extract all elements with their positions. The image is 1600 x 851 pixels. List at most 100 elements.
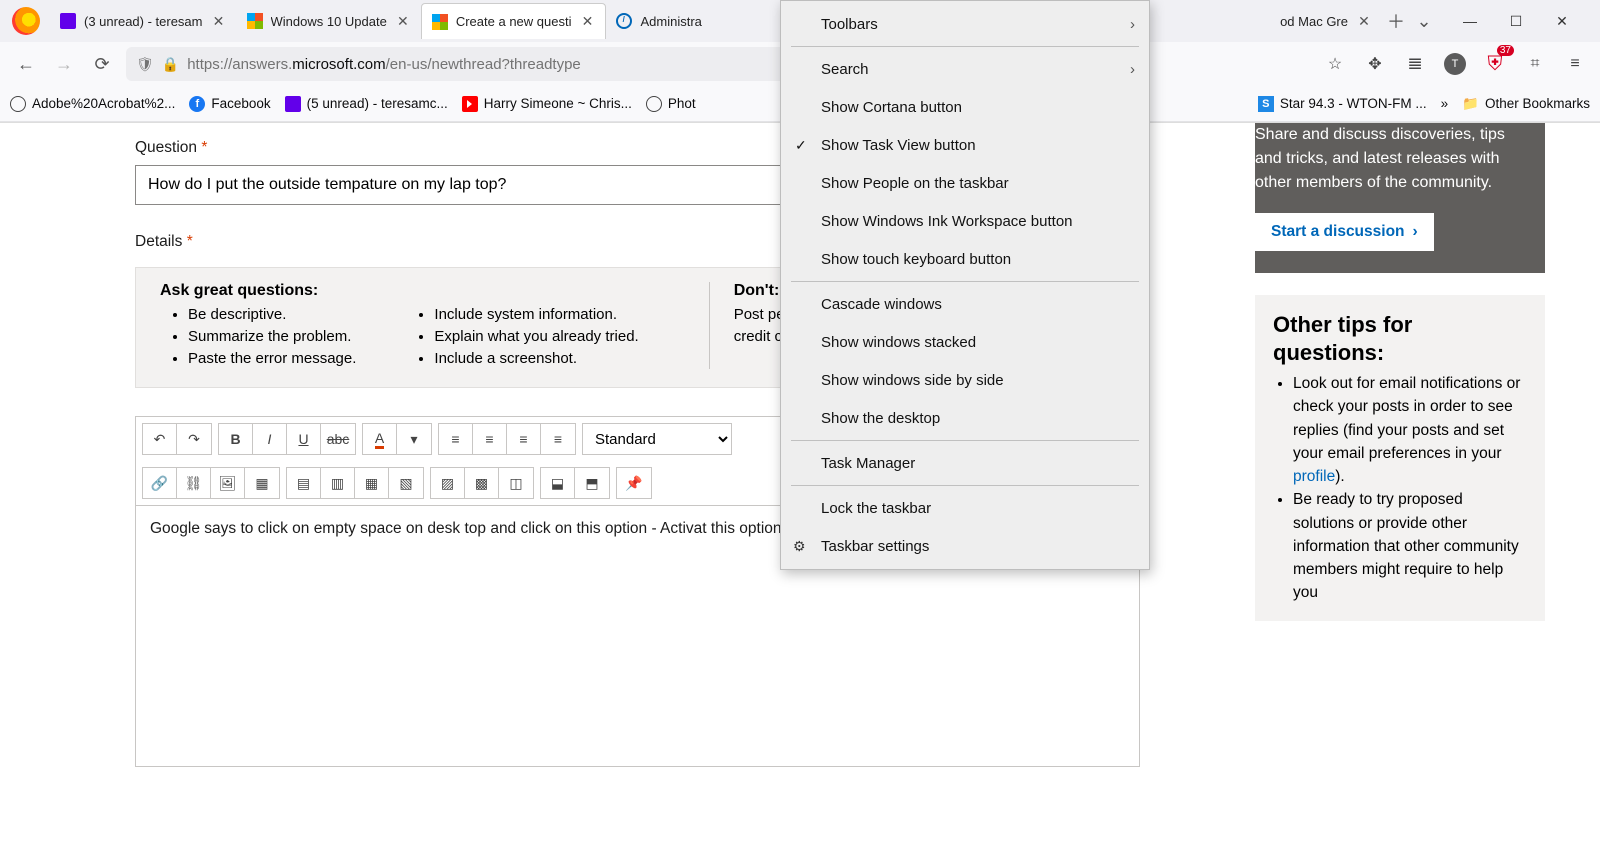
text-color-button[interactable]: A: [363, 424, 397, 454]
ctx-desktop[interactable]: Show the desktop: [781, 399, 1149, 437]
close-window-button[interactable]: ✕: [1548, 13, 1576, 30]
shield-icon: 🛡: [136, 56, 154, 73]
close-icon[interactable]: ✕: [1356, 13, 1372, 29]
redo-button[interactable]: ↷: [177, 424, 211, 454]
other-bookmarks-folder[interactable]: 📁 Other Bookmarks: [1462, 96, 1590, 112]
align-left-button[interactable]: ≡: [439, 424, 473, 454]
bookmark-star943[interactable]: SStar 94.3 - WTON-FM ...: [1258, 96, 1427, 112]
bookmark-adobe[interactable]: Adobe%20Acrobat%2...: [10, 96, 175, 112]
app-menu-icon[interactable]: ≡: [1562, 51, 1588, 77]
tabs-dropdown-icon[interactable]: ⌄: [1410, 7, 1438, 35]
account-avatar[interactable]: T: [1442, 51, 1468, 77]
paragraph-style-select[interactable]: Standard: [582, 423, 732, 455]
table-split-button[interactable]: ▨: [431, 468, 465, 498]
ask-title: Ask great questions:: [160, 282, 356, 300]
table-props-button[interactable]: ◫: [499, 468, 533, 498]
align-right-button[interactable]: ≡: [507, 424, 541, 454]
unlink-button[interactable]: ⛓: [177, 468, 211, 498]
table-col-button[interactable]: ▥: [321, 468, 355, 498]
reload-button[interactable]: ⟳: [88, 50, 116, 78]
text-color-dropdown-icon[interactable]: ▾: [397, 424, 431, 454]
ublock-badge: 37: [1497, 45, 1514, 56]
firefox-logo: [12, 7, 40, 35]
close-icon[interactable]: ✕: [579, 14, 595, 30]
info-icon: [616, 13, 632, 29]
menu-separator: [791, 485, 1139, 486]
ctx-show-people[interactable]: Show People on the taskbar: [781, 164, 1149, 202]
bookmark-facebook[interactable]: fFacebook: [189, 96, 270, 112]
tab-administra[interactable]: Administra: [606, 3, 711, 39]
back-button[interactable]: ←: [12, 50, 40, 78]
table-delete-button[interactable]: ▩: [465, 468, 499, 498]
table-cell-button[interactable]: ▦: [355, 468, 389, 498]
bookmark-star-icon[interactable]: ☆: [1322, 51, 1348, 77]
hint-item: Explain what you already tried.: [434, 326, 638, 348]
align-center-button[interactable]: ≡: [473, 424, 507, 454]
col-before-button[interactable]: ⬓: [541, 468, 575, 498]
image-button[interactable]: 🖼: [211, 468, 245, 498]
align-justify-button[interactable]: ≡: [541, 424, 575, 454]
table-button[interactable]: ▦: [245, 468, 279, 498]
ctx-toolbars[interactable]: Toolbars›: [781, 5, 1149, 43]
italic-button[interactable]: I: [253, 424, 287, 454]
ctx-sidebyside[interactable]: Show windows side by side: [781, 361, 1149, 399]
pin-button[interactable]: 📌: [617, 468, 651, 498]
menu-separator: [791, 46, 1139, 47]
chevron-right-icon: ›: [1130, 16, 1135, 33]
tab-label: Administra: [640, 14, 701, 29]
strikethrough-button[interactable]: abc: [321, 424, 355, 454]
ctx-cascade[interactable]: Cascade windows: [781, 285, 1149, 323]
lock-icon: 🔒: [162, 56, 179, 73]
tab-macgre[interactable]: od Mac Gre ✕: [1270, 3, 1382, 39]
ublock-icon[interactable]: ⛨37: [1482, 51, 1508, 77]
col-after-button[interactable]: ⬒: [575, 468, 609, 498]
tip-item: Be ready to try proposed solutions or pr…: [1293, 488, 1527, 604]
promo-card: Share and discuss discoveries, tips and …: [1255, 123, 1545, 273]
facebook-icon: f: [189, 96, 205, 112]
ctx-taskbar-settings[interactable]: ⚙Taskbar settings: [781, 527, 1149, 565]
tips-card: Other tips for questions: Look out for e…: [1255, 295, 1545, 621]
maximize-button[interactable]: ☐: [1502, 13, 1530, 30]
bold-button[interactable]: B: [219, 424, 253, 454]
bookmark-phot[interactable]: Phot: [646, 96, 696, 112]
tab-label: od Mac Gre: [1280, 14, 1348, 29]
bookmark-youtube[interactable]: Harry Simeone ~ Chris...: [462, 96, 632, 112]
start-discussion-button[interactable]: Start a discussion ›: [1255, 213, 1434, 251]
ctx-show-ink[interactable]: Show Windows Ink Workspace button: [781, 202, 1149, 240]
ctx-lock-taskbar[interactable]: Lock the taskbar: [781, 489, 1149, 527]
ctx-search[interactable]: Search›: [781, 50, 1149, 88]
ctx-show-cortana[interactable]: Show Cortana button: [781, 88, 1149, 126]
bookmarks-overflow-icon[interactable]: »: [1441, 96, 1449, 111]
ctx-task-manager[interactable]: Task Manager: [781, 444, 1149, 482]
globe-icon: [646, 96, 662, 112]
tab-create-question[interactable]: Create a new questi ✕: [421, 3, 607, 39]
tab-winupdate[interactable]: Windows 10 Update ✕: [237, 3, 421, 39]
promo-text: Share and discuss discoveries, tips and …: [1255, 123, 1545, 213]
extension-icon[interactable]: ⌗: [1522, 51, 1548, 77]
tab-mail[interactable]: (3 unread) - teresam ✕: [50, 3, 237, 39]
minimize-button[interactable]: —: [1456, 13, 1484, 29]
link-button[interactable]: 🔗: [143, 468, 177, 498]
new-tab-button[interactable]: ＋: [1382, 7, 1410, 35]
pocket-icon[interactable]: ✥: [1362, 51, 1388, 77]
ctx-stacked[interactable]: Show windows stacked: [781, 323, 1149, 361]
ctx-show-touch[interactable]: Show touch keyboard button: [781, 240, 1149, 278]
table-row-button[interactable]: ▤: [287, 468, 321, 498]
ctx-show-taskview[interactable]: ✓Show Task View button: [781, 126, 1149, 164]
forward-button: →: [50, 50, 78, 78]
library-icon[interactable]: 𝌆: [1402, 51, 1428, 77]
globe-icon: [10, 96, 26, 112]
tab-label: Create a new questi: [456, 14, 572, 29]
menu-separator: [791, 281, 1139, 282]
chevron-right-icon: ›: [1413, 223, 1418, 241]
bookmark-mail[interactable]: (5 unread) - teresamc...: [285, 96, 448, 112]
close-icon[interactable]: ✕: [211, 13, 227, 29]
hint-item: Include a screenshot.: [434, 348, 638, 370]
tips-title: Other tips for questions:: [1273, 311, 1527, 366]
table-merge-button[interactable]: ▧: [389, 468, 423, 498]
profile-link[interactable]: profile: [1293, 468, 1335, 485]
taskbar-context-menu: Toolbars› Search› Show Cortana button ✓S…: [780, 0, 1150, 570]
close-icon[interactable]: ✕: [395, 13, 411, 29]
undo-button[interactable]: ↶: [143, 424, 177, 454]
underline-button[interactable]: U: [287, 424, 321, 454]
